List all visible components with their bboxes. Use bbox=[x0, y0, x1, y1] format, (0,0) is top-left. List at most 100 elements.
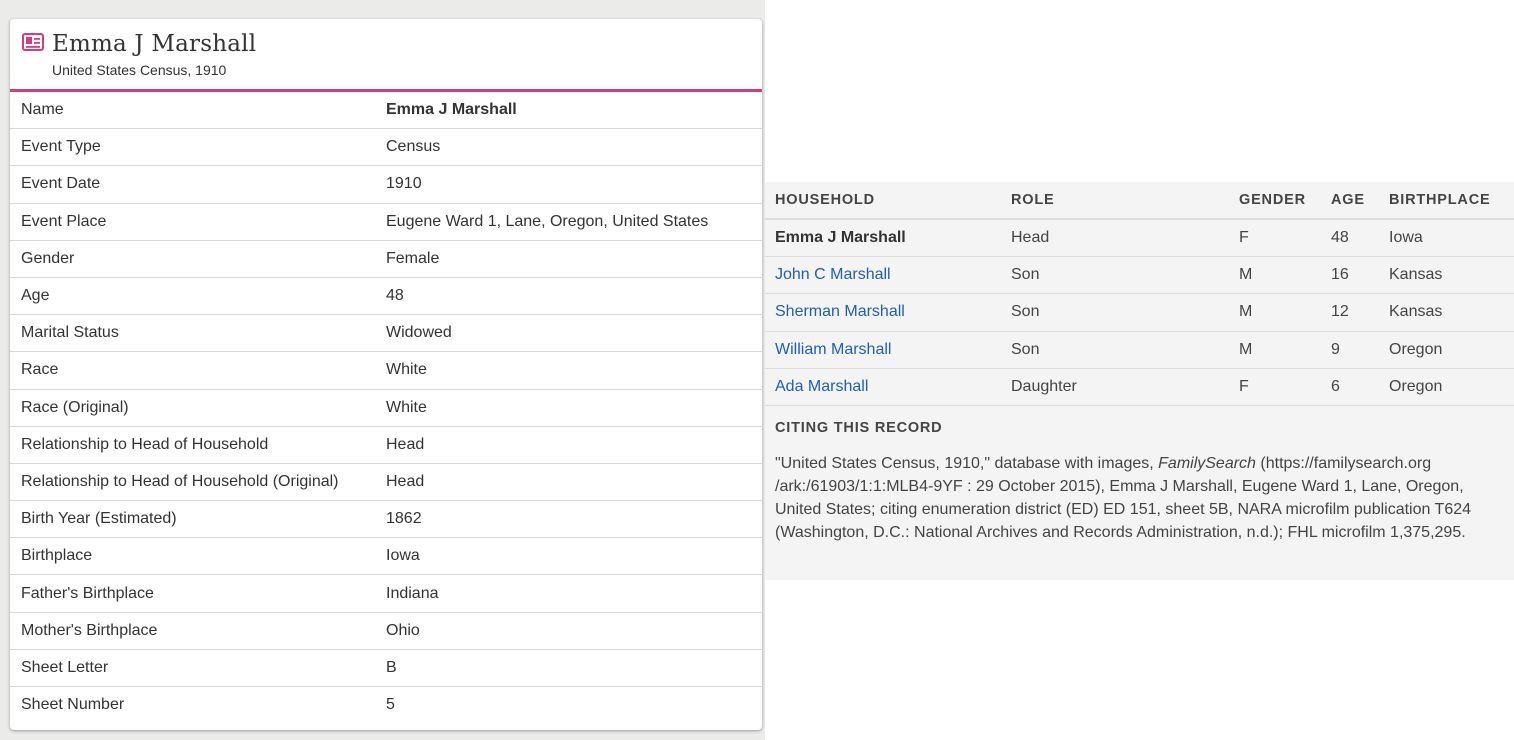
member-name-cell: Ada Marshall bbox=[765, 378, 1011, 396]
field-label: Birthplace bbox=[21, 547, 93, 565]
member-gender: M bbox=[1239, 340, 1253, 358]
gender-column-header: GENDER bbox=[1239, 192, 1306, 208]
field-value: Emma J Marshall bbox=[386, 101, 517, 119]
member-role: Son bbox=[1011, 266, 1040, 284]
field-row: Event Place Eugene Ward 1, Lane, Oregon, … bbox=[10, 204, 762, 241]
citing-source-name: FamilySearch bbox=[1158, 454, 1256, 472]
field-label: Sheet Number bbox=[21, 696, 125, 714]
record-fields: Name Emma J Marshall Event Type Census Event… bbox=[10, 92, 762, 723]
record-card: Emma J Marshall United States Census, 19… bbox=[10, 19, 762, 730]
field-value: Indiana bbox=[386, 584, 439, 602]
field-label: Sheet Letter bbox=[21, 658, 109, 676]
field-label: Relationship to Head of Household (Origi… bbox=[21, 472, 339, 490]
member-role: Son bbox=[1011, 303, 1040, 321]
member-age: 48 bbox=[1331, 229, 1349, 247]
field-value: 5 bbox=[386, 696, 395, 714]
member-role: Daughter bbox=[1011, 377, 1077, 395]
field-row: Mother's Birthplace Ohio bbox=[10, 613, 762, 650]
member-birthplace: Iowa bbox=[1389, 229, 1423, 247]
household-member-row: Emma J Marshall Head F 48 Iowa bbox=[765, 220, 1514, 258]
record-collection: United States Census, 1910 bbox=[52, 62, 227, 78]
field-value: 48 bbox=[386, 287, 404, 305]
field-value: Eugene Ward 1, Lane, Oregon, United Stat… bbox=[386, 212, 709, 230]
field-label: Race (Original) bbox=[21, 398, 129, 416]
member-gender: M bbox=[1239, 266, 1253, 284]
field-value: B bbox=[386, 658, 397, 676]
household-members: Emma J Marshall Head F 48 Iowa John C Marshal… bbox=[765, 220, 1514, 406]
field-row: Father's Birthplace Indiana bbox=[10, 575, 762, 613]
field-row: Sheet Letter B bbox=[10, 650, 762, 687]
field-label: Event Type bbox=[21, 138, 101, 156]
field-label: Event Place bbox=[21, 212, 107, 230]
member-gender: F bbox=[1239, 229, 1249, 247]
field-row: Birth Year (Estimated) 1862 bbox=[10, 501, 762, 539]
household-panel: HOUSEHOLD ROLE GENDER AGE BIRTHPLACE Emm… bbox=[765, 182, 1514, 580]
member-age: 16 bbox=[1331, 266, 1349, 284]
field-label: Marital Status bbox=[21, 324, 119, 342]
member-gender: F bbox=[1239, 377, 1249, 395]
household-member-row: William Marshall Son M 9 Oregon bbox=[765, 332, 1514, 369]
field-label: Relationship to Head of Household bbox=[21, 435, 269, 453]
field-value: Census bbox=[386, 138, 441, 156]
field-value: Widowed bbox=[386, 324, 452, 342]
field-row: Gender Female bbox=[10, 241, 762, 278]
field-value: Ohio bbox=[386, 621, 420, 639]
citing-title: CITING THIS RECORD bbox=[775, 419, 943, 436]
member-name-cell: John C Marshall bbox=[765, 266, 1011, 284]
member-birthplace: Oregon bbox=[1389, 340, 1443, 358]
field-label: Race bbox=[21, 361, 59, 379]
household-member-row: John C Marshall Son M 16 Kansas bbox=[765, 257, 1514, 295]
record-title: Emma J Marshall bbox=[52, 31, 257, 57]
age-column-header: AGE bbox=[1331, 192, 1365, 208]
field-label: Age bbox=[21, 287, 50, 305]
birthplace-column-header: BIRTHPLACE bbox=[1389, 192, 1491, 208]
field-label: Birth Year (Estimated) bbox=[21, 510, 177, 528]
member-birthplace: Kansas bbox=[1389, 266, 1443, 284]
field-row: Event Date 1910 bbox=[10, 166, 762, 204]
field-value: 1910 bbox=[386, 175, 422, 193]
field-label: Father's Birthplace bbox=[21, 584, 154, 602]
member-age: 9 bbox=[1331, 340, 1340, 358]
field-label: Name bbox=[21, 101, 64, 119]
household-member-row: Ada Marshall Daughter F 6 Oregon bbox=[765, 369, 1514, 406]
record-card-icon bbox=[22, 33, 44, 51]
household-member-row: Sherman Marshall Son M 12 Kansas bbox=[765, 294, 1514, 332]
member-name-link[interactable]: Sherman Marshall bbox=[775, 303, 905, 320]
member-name-cell: Emma J Marshall bbox=[775, 229, 906, 247]
member-name-cell: Sherman Marshall bbox=[765, 303, 1011, 321]
household-column-header: HOUSEHOLD bbox=[775, 192, 875, 208]
field-row: Race (Original) White bbox=[10, 390, 762, 427]
member-birthplace: Oregon bbox=[1389, 377, 1443, 395]
member-name-link[interactable]: Ada Marshall bbox=[775, 378, 868, 395]
member-age: 12 bbox=[1331, 303, 1349, 321]
field-value: 1862 bbox=[386, 510, 422, 528]
member-gender: M bbox=[1239, 303, 1253, 321]
field-value: Head bbox=[386, 435, 425, 453]
field-label: Event Date bbox=[21, 175, 101, 193]
record-header: Emma J Marshall United States Census, 19… bbox=[10, 19, 762, 92]
field-value: White bbox=[386, 398, 427, 416]
field-label: Gender bbox=[21, 249, 75, 267]
field-row: Name Emma J Marshall bbox=[10, 92, 762, 130]
field-value: White bbox=[386, 361, 427, 379]
field-value: Iowa bbox=[386, 547, 420, 565]
member-birthplace: Kansas bbox=[1389, 303, 1443, 321]
member-name-link[interactable]: William Marshall bbox=[775, 341, 891, 358]
citing-text: "United States Census, 1910," database w… bbox=[775, 452, 1496, 544]
field-row: Relationship to Head of Household (Origi… bbox=[10, 464, 762, 502]
household-header-row: HOUSEHOLD ROLE GENDER AGE BIRTHPLACE bbox=[765, 182, 1514, 220]
field-label: Mother's Birthplace bbox=[21, 621, 158, 639]
field-value: Head bbox=[386, 472, 425, 490]
field-row: Event Type Census bbox=[10, 129, 762, 167]
citing-text-before: "United States Census, 1910," database w… bbox=[775, 454, 1159, 472]
field-row: Age 48 bbox=[10, 278, 762, 316]
field-row: Relationship to Head of Household Head bbox=[10, 427, 762, 464]
field-row: Race White bbox=[10, 352, 762, 390]
field-value: Female bbox=[386, 249, 440, 267]
member-name-cell: William Marshall bbox=[765, 341, 1011, 359]
field-row: Marital Status Widowed bbox=[10, 315, 762, 353]
member-name-link[interactable]: John C Marshall bbox=[775, 266, 891, 283]
member-role: Head bbox=[1011, 229, 1050, 247]
member-role: Son bbox=[1011, 340, 1040, 358]
role-column-header: ROLE bbox=[1011, 192, 1055, 208]
